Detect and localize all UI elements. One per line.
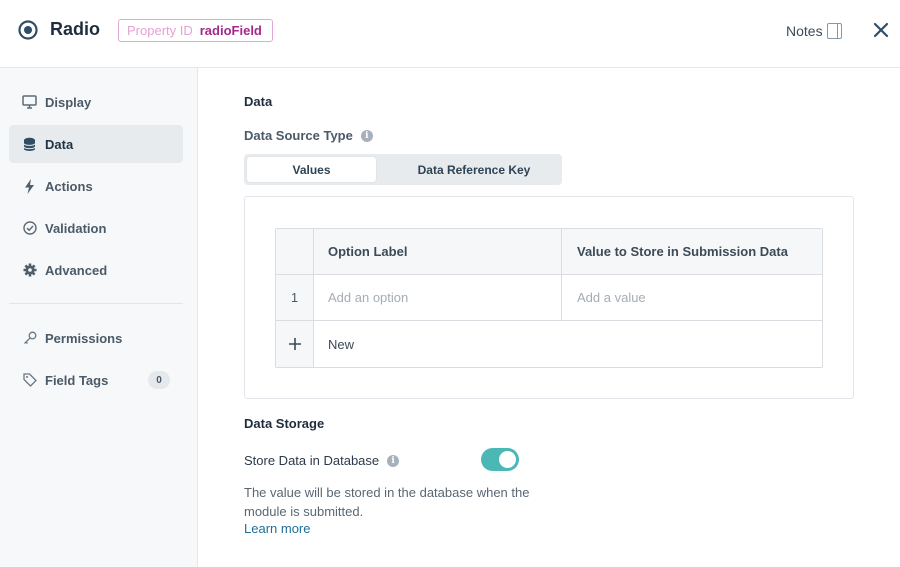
settings-sidebar: Display Data Actions Validation Advanced… — [0, 68, 198, 567]
panel-title: Radio — [50, 19, 101, 39]
segment-values[interactable]: Values — [247, 157, 376, 182]
sidebar-item-label: Display — [45, 94, 92, 110]
options-table: Option Label Value to Store in Submissio… — [275, 228, 823, 368]
sidebar-item-label: Data — [45, 136, 74, 152]
option-label-input[interactable]: Add an option — [314, 275, 562, 320]
new-option-button[interactable]: New — [314, 321, 562, 367]
key-icon — [22, 331, 37, 346]
store-data-label: Store Data in Database i — [244, 453, 400, 468]
row-number-header — [276, 229, 314, 274]
data-source-type-toggle: Values Data Reference Key — [244, 154, 562, 185]
tag-icon — [22, 373, 37, 388]
store-data-text: Store Data in Database — [244, 453, 380, 468]
sidebar-item-label: Advanced — [45, 262, 108, 278]
panel-header: Radio Property ID radioField Notes — [0, 0, 900, 68]
sidebar-item-display[interactable]: Display — [9, 83, 183, 121]
data-section-title: Data — [244, 94, 273, 109]
value-header: Value to Store in Submission Data — [577, 244, 788, 259]
check-circle-icon — [22, 221, 37, 236]
field-tags-count-badge: 0 — [148, 371, 170, 389]
sidebar-item-permissions[interactable]: Permissions — [9, 319, 183, 357]
table-header-row: Option Label Value to Store in Submissio… — [276, 229, 822, 275]
sidebar-panel-icon[interactable] — [827, 23, 842, 39]
sidebar-item-label: Field Tags — [45, 372, 109, 388]
close-icon[interactable] — [872, 21, 890, 39]
option-label-header: Option Label — [314, 229, 562, 274]
toggle-knob — [499, 451, 516, 468]
store-data-toggle[interactable] — [481, 448, 519, 471]
sidebar-item-validation[interactable]: Validation — [9, 209, 183, 247]
property-id-value: radioField — [199, 23, 262, 38]
notes-button[interactable]: Notes — [786, 23, 823, 39]
sidebar-item-actions[interactable]: Actions — [9, 167, 183, 205]
gear-icon — [22, 263, 37, 278]
row-number: 1 — [276, 275, 314, 320]
sidebar-divider — [9, 303, 183, 304]
learn-more-link[interactable]: Learn more — [244, 521, 310, 536]
lightning-icon — [22, 178, 37, 194]
sidebar-item-label: Validation — [45, 220, 107, 236]
table-row: 1 Add an option Add a value — [276, 275, 822, 321]
sidebar-item-label: Actions — [45, 178, 93, 194]
info-icon[interactable]: i — [360, 129, 373, 142]
property-id-label: Property ID — [127, 23, 193, 38]
sidebar-item-data[interactable]: Data — [9, 125, 183, 163]
plus-icon[interactable] — [276, 321, 314, 367]
database-icon — [22, 137, 37, 152]
data-source-type-text: Data Source Type — [244, 128, 353, 143]
sidebar-item-label: Permissions — [45, 330, 123, 346]
property-id-badge[interactable]: Property ID radioField — [118, 19, 273, 42]
radio-button-icon — [18, 20, 38, 40]
option-value-input[interactable]: Add a value — [562, 275, 822, 320]
store-data-help-text: The value will be stored in the database… — [244, 485, 530, 519]
data-source-type-label: Data Source Type i — [244, 128, 373, 143]
data-storage-title: Data Storage — [244, 416, 325, 431]
monitor-icon — [22, 95, 37, 110]
segment-data-reference-key[interactable]: Data Reference Key — [386, 157, 562, 182]
sidebar-item-advanced[interactable]: Advanced — [9, 251, 183, 289]
add-row[interactable]: New — [276, 321, 822, 367]
info-icon[interactable]: i — [387, 454, 400, 467]
